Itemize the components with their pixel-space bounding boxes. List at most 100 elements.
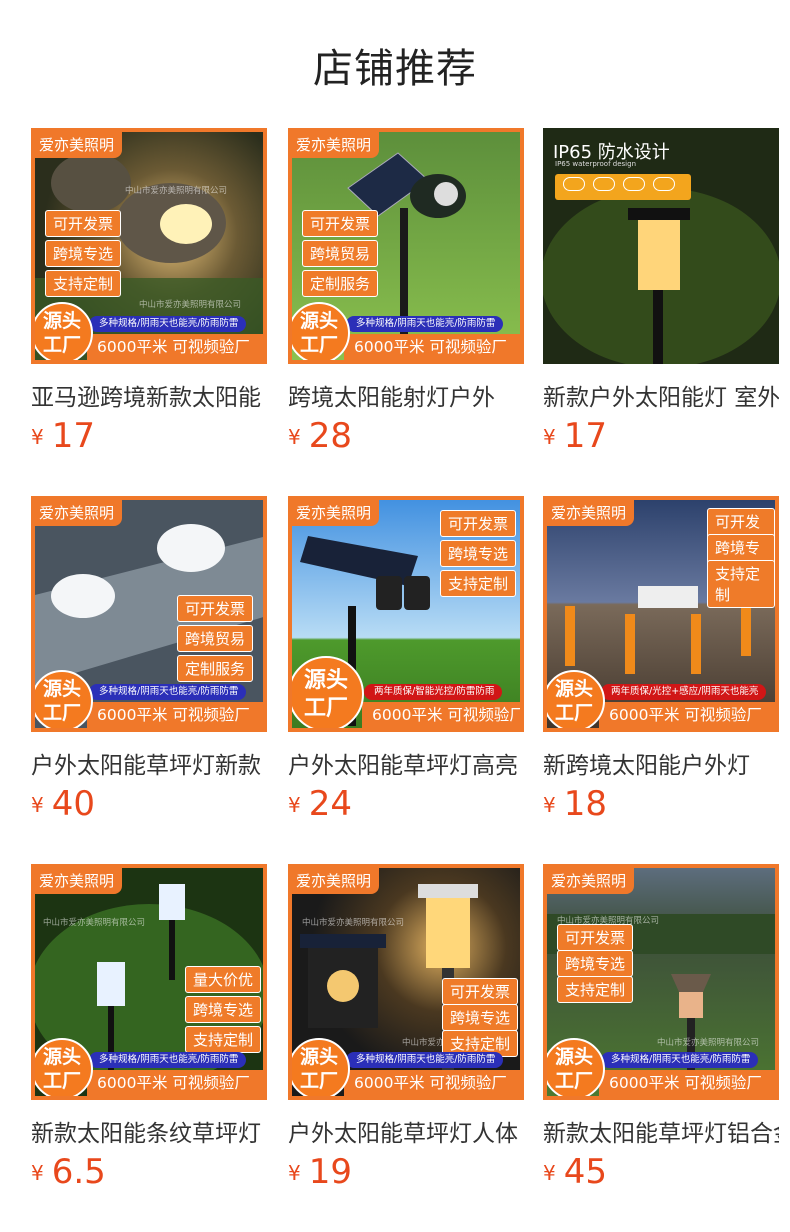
product-name[interactable]: 新款太阳能条纹草坪灯 (31, 1114, 267, 1148)
feature-strip: 多种规格/阴雨天也能亮/防雨防雷 (346, 316, 504, 332)
invoice-tag: 可开发票 (442, 978, 519, 1005)
product-card[interactable]: 爱亦美照明 可开发票 跨境贸易 定制服务 多种规格/阴雨天也能亮/防雨防雷 60… (31, 496, 267, 836)
waterproof-subtitle: IP65 waterproof design (555, 160, 637, 168)
product-card[interactable]: 爱亦美照明 中山市爱亦美照明有限公司 中山市爱亦美照明有限公司 可开发票 跨境专… (288, 864, 524, 1204)
product-name[interactable]: 户外太阳能草坪灯人体 (288, 1114, 524, 1148)
feature-strip: 多种规格/阴雨天也能亮/防雨防雷 (346, 1052, 504, 1068)
currency-symbol: ¥ (288, 1161, 301, 1185)
feature-strip: 多种规格/阴雨天也能亮/防雨防雷 (601, 1052, 759, 1068)
factory-area-strip: 6000平米 可视频验厂 (344, 334, 520, 360)
brand-tag: 爱亦美照明 (35, 868, 123, 894)
product-name[interactable]: 亚马逊跨境新款太阳能 (31, 378, 267, 412)
invoice-tag: 可开发票 (177, 595, 254, 622)
watermark-text: 中山市爱亦美照明有限公司 (657, 1038, 760, 1048)
feature-strip: 两年质保/光控+感应/阴雨天也能亮 (601, 684, 767, 700)
currency-symbol: ¥ (543, 425, 556, 449)
product-image[interactable]: 爱亦美照明 可开发票 跨境贸易 定制服务 多种规格/阴雨天也能亮/防雨防雷 60… (288, 128, 524, 364)
cross-border-tag: 跨境专选 (45, 240, 122, 267)
product-name[interactable]: 户外太阳能草坪灯高亮 (288, 746, 524, 780)
cross-border-tag: 跨境贸易 (177, 625, 254, 652)
product-image[interactable]: 爱亦美照明 可开发票 跨境贸易 定制服务 多种规格/阴雨天也能亮/防雨防雷 60… (31, 496, 267, 732)
product-name[interactable]: 新跨境太阳能户外灯 (543, 746, 779, 780)
product-price: ¥6.5 (31, 1152, 106, 1192)
cross-border-tag: 跨境专选 (442, 1004, 519, 1031)
currency-symbol: ¥ (31, 425, 44, 449)
source-factory-badge: 源头 工厂 (35, 1038, 93, 1096)
product-card[interactable]: 爱亦美照明 可开发票 跨境贸易 定制服务 多种规格/阴雨天也能亮/防雨防雷 60… (288, 128, 524, 468)
currency-symbol: ¥ (543, 793, 556, 817)
price-value: 19 (308, 1152, 352, 1192)
watermark-text: 中山市爱亦美照明有限公司 (43, 918, 146, 928)
product-image[interactable]: 爱亦美照明 中山市爱亦美照明有限公司 中山市爱亦美照明有限公司 可开发票 跨境专… (31, 128, 267, 364)
product-card[interactable]: 爱亦美照明 中山市爱亦美照明有限公司 中山市爱亦美照明有限公司 可开发票 跨境专… (543, 864, 779, 1204)
feature-strip: 两年质保/智能光控/防雷防雨 (364, 684, 503, 700)
brand-tag: 爱亦美照明 (547, 868, 635, 894)
watermark-text: 中山市爱亦美照明有限公司 (125, 186, 228, 196)
cross-border-tag: 跨境专选 (185, 996, 262, 1023)
watermark-text: 中山市爱亦美照明有限公司 (302, 918, 405, 928)
source-factory-badge: 源头 工厂 (547, 1038, 605, 1096)
brand-tag: 爱亦美照明 (292, 132, 380, 158)
cross-border-tag: 跨境专选 (557, 950, 634, 977)
product-name[interactable]: 新款户外太阳能灯 室外 (543, 378, 779, 412)
product-price: ¥17 (543, 416, 607, 456)
product-card[interactable]: 爱亦美照明 可开发票 跨境专选 支持定制 两年质保/智能光控/防雷防雨 6000… (288, 496, 524, 836)
feature-strip: 多种规格/阴雨天也能亮/防雨防雷 (89, 316, 247, 332)
factory-area-strip: 6000平米 可视频验厂 (362, 702, 520, 728)
product-image[interactable]: 爱亦美照明 中山市爱亦美照明有限公司 中山市爱亦美照明有限公司 可开发票 跨境专… (288, 864, 524, 1100)
product-price: ¥18 (543, 784, 607, 824)
temperature-icon (653, 177, 675, 191)
product-price: ¥40 (31, 784, 95, 824)
source-factory-badge: 源头 工厂 (35, 670, 93, 728)
custom-tag: 支持定制 (557, 976, 634, 1003)
sun-icon (623, 177, 645, 191)
price-value: 28 (308, 416, 352, 456)
factory-area-strip: 6000平米 可视频验厂 (344, 1070, 520, 1096)
watermark-text: 中山市爱亦美照明有限公司 (139, 300, 242, 310)
price-value: 24 (308, 784, 352, 824)
product-image[interactable]: 爱亦美照明 可开发票 跨境专选 支持定制 两年质保/光控+感应/阴雨天也能亮 6… (543, 496, 779, 732)
product-card[interactable]: 爱亦美照明 中山市爱亦美照明有限公司 中山市爱亦美照明有限公司 可开发票 跨境专… (31, 128, 267, 468)
product-price: ¥24 (288, 784, 352, 824)
product-image[interactable]: 爱亦美照明 中山市爱亦美照明有限公司 中山市爱亦美照明有限公司 可开发票 跨境专… (543, 864, 779, 1100)
price-value: 17 (563, 416, 607, 456)
product-name[interactable]: 新款太阳能草坪灯铝合金 (543, 1114, 779, 1148)
product-image[interactable]: 爱亦美照明 中山市爱亦美照明有限公司 量大价优 跨境专选 支持定制 多种规格/阴… (31, 864, 267, 1100)
custom-tag: 定制服务 (302, 270, 379, 297)
invoice-tag: 可开发票 (440, 510, 517, 537)
product-card[interactable]: 爱亦美照明 中山市爱亦美照明有限公司 量大价优 跨境专选 支持定制 多种规格/阴… (31, 864, 267, 1204)
bulk-price-tag: 量大价优 (185, 966, 262, 993)
page-title: 店铺推荐 (313, 46, 477, 92)
custom-tag: 支持定制 (45, 270, 122, 297)
product-image[interactable]: 爱亦美照明 可开发票 跨境专选 支持定制 两年质保/智能光控/防雷防雨 6000… (288, 496, 524, 732)
factory-area-strip: 6000平米 可视频验厂 (87, 1070, 263, 1096)
invoice-tag: 可开发票 (557, 924, 634, 951)
brand-tag: 爱亦美照明 (292, 500, 380, 526)
rain-icon (563, 177, 585, 191)
currency-symbol: ¥ (31, 793, 44, 817)
source-factory-badge: 源头 工厂 (35, 302, 93, 360)
source-factory-badge: 源头 工厂 (292, 656, 364, 728)
product-name[interactable]: 户外太阳能草坪灯新款 (31, 746, 267, 780)
source-factory-badge: 源头 工厂 (547, 670, 605, 728)
product-name[interactable]: 跨境太阳能射灯户外 (288, 378, 524, 412)
product-card[interactable]: 爱亦美照明 可开发票 跨境专选 支持定制 两年质保/光控+感应/阴雨天也能亮 6… (543, 496, 779, 836)
custom-tag: 支持定制 (185, 1026, 262, 1053)
custom-tag: 支持定制 (707, 560, 775, 608)
product-price: ¥19 (288, 1152, 352, 1192)
brand-tag: 爱亦美照明 (292, 868, 380, 894)
invoice-tag: 可开发票 (45, 210, 122, 237)
product-card[interactable]: IP65 防水设计 IP65 waterproof design 新款户外太阳能… (543, 128, 779, 468)
product-image[interactable]: IP65 防水设计 IP65 waterproof design (543, 128, 779, 364)
currency-symbol: ¥ (543, 1161, 556, 1185)
price-value: 40 (51, 784, 95, 824)
feature-strip: 多种规格/阴雨天也能亮/防雨防雷 (89, 684, 247, 700)
feature-strip: 多种规格/阴雨天也能亮/防雨防雷 (89, 1052, 247, 1068)
price-value: 17 (51, 416, 95, 456)
factory-area-strip: 6000平米 可视频验厂 (87, 334, 263, 360)
product-price: ¥17 (31, 416, 95, 456)
custom-tag: 定制服务 (177, 655, 254, 682)
product-price: ¥45 (543, 1152, 607, 1192)
weather-icons (555, 174, 691, 200)
price-value: 6.5 (51, 1152, 106, 1192)
